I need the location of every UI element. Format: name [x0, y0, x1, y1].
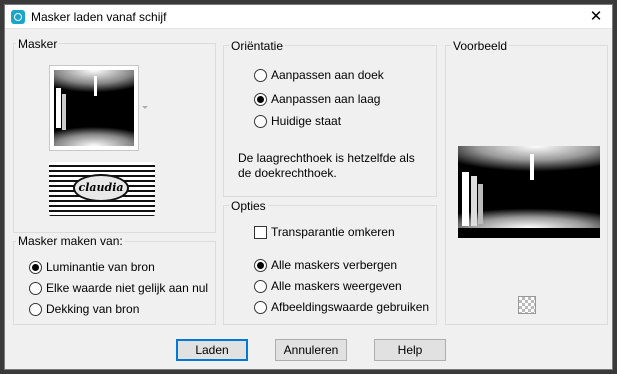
radio-fit-layer-label: Aanpassen aan laag [271, 92, 381, 106]
radio-opacity-label: Dekking van bron [46, 302, 140, 316]
radio-hide-all-label: Alle maskers verbergen [271, 258, 398, 272]
radio-show-all-label: Alle maskers weergeven [271, 279, 402, 293]
radio-opacity-dot[interactable] [29, 302, 42, 316]
radio-current-state-dot[interactable] [254, 114, 267, 128]
transparency-checker-icon[interactable] [518, 296, 536, 314]
radio-opacity[interactable]: Dekking van bron [29, 301, 139, 317]
help-button[interactable]: Help [374, 339, 446, 361]
title-bar: Masker laden vanaf schijf ✕ [5, 5, 612, 29]
invert-transparency-label: Transparantie omkeren [271, 225, 395, 239]
app-icon [11, 10, 25, 24]
radio-show-all[interactable]: Alle maskers weergeven [254, 278, 402, 294]
radio-image-value-dot[interactable] [254, 300, 267, 314]
radio-luminance-label: Luminantie van bron [46, 260, 155, 274]
orientation-group-label: Oriëntatie [229, 39, 286, 53]
radio-fit-canvas-dot[interactable] [254, 68, 267, 82]
watermark-oval: claudia [73, 174, 129, 202]
radio-fit-canvas-label: Aanpassen aan doek [271, 68, 384, 82]
radio-image-value[interactable]: Afbeeldingswaarde gebruiken [254, 299, 429, 315]
radio-image-value-label: Afbeeldingswaarde gebruiken [271, 300, 430, 314]
masker-group-label: Masker [16, 37, 60, 51]
radio-show-all-dot[interactable] [254, 279, 267, 293]
radio-luminance-dot[interactable] [29, 260, 42, 274]
orientation-info: De laagrechthoek is hetzelfde als de doe… [238, 151, 415, 181]
window-title: Masker laden vanaf schijf [31, 10, 167, 24]
mask-dropdown-arrow-icon[interactable] [142, 106, 148, 109]
radio-fit-canvas[interactable]: Aanpassen aan doek [254, 67, 384, 83]
mask-load-dialog: Masker laden vanaf schijf ✕ Masker claud… [4, 4, 613, 370]
mask-thumbnail[interactable] [49, 65, 139, 151]
preview-group-label: Voorbeeld [451, 39, 510, 53]
radio-nonzero[interactable]: Elke waarde niet gelijk aan nul [29, 280, 208, 296]
mask-thumbnail-image [54, 70, 134, 146]
watermark-logo: claudia [49, 162, 155, 216]
radio-luminance[interactable]: Luminantie van bron [29, 259, 155, 275]
radio-hide-all[interactable]: Alle maskers verbergen [254, 257, 397, 273]
close-icon[interactable]: ✕ [586, 7, 606, 27]
cancel-button[interactable]: Annuleren [275, 339, 347, 361]
options-group-label: Opties [229, 199, 268, 213]
radio-nonzero-dot[interactable] [29, 281, 42, 295]
orientation-info-line1: De laagrechthoek is hetzelfde als [238, 151, 415, 165]
orientation-info-line2: de doekrechthoek. [238, 166, 337, 180]
preview-graphic [458, 146, 600, 238]
radio-fit-layer-dot[interactable] [254, 92, 267, 106]
invert-transparency[interactable]: Transparantie omkeren [254, 224, 395, 240]
radio-current-state[interactable]: Huidige staat [254, 113, 341, 129]
radio-current-state-label: Huidige staat [271, 114, 342, 128]
preview-image [458, 146, 600, 238]
radio-hide-all-dot[interactable] [254, 258, 267, 272]
radio-fit-layer[interactable]: Aanpassen aan laag [254, 91, 380, 107]
source-group-label: Masker maken van: [16, 234, 125, 248]
load-button[interactable]: Laden [176, 339, 248, 361]
radio-nonzero-label: Elke waarde niet gelijk aan nul [46, 281, 209, 295]
invert-transparency-checkbox[interactable] [254, 225, 267, 239]
